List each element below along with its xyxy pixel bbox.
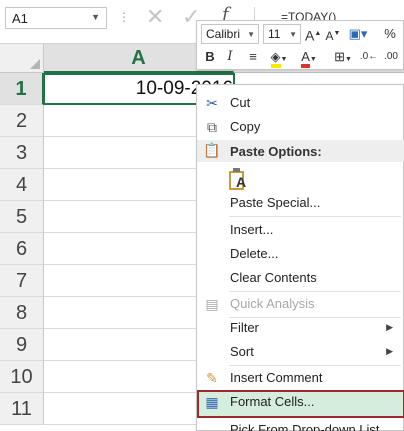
cancel-icon[interactable]: ✕ — [146, 4, 164, 30]
row-header[interactable]: 5 — [0, 201, 44, 233]
font-name-dropdown[interactable]: Calibri ▼ — [201, 24, 259, 44]
accounting-format-icon: ▣▾ — [348, 26, 368, 41]
menu-item-label: Format Cells... — [230, 394, 315, 409]
paste-option-button[interactable]: A — [227, 167, 249, 193]
name-box-value: A1 — [12, 11, 28, 26]
row-header[interactable]: 4 — [0, 169, 44, 201]
context-menu: ✂ Cut ⧉ Copy 📋 Paste Options: A Paste Sp… — [196, 84, 404, 431]
menu-item-insert[interactable]: Insert... — [197, 218, 404, 242]
clipboard-icon: 📋 — [203, 142, 221, 158]
increase-decimal-icon: .0← — [359, 51, 379, 62]
chevron-down-icon[interactable]: ▼ — [91, 12, 100, 22]
grip-icon: ⋮ — [118, 10, 130, 24]
name-box[interactable]: A1 ▼ — [5, 7, 107, 29]
menu-item-clear-contents[interactable]: Clear Contents — [197, 266, 404, 290]
chevron-right-icon: ▶ — [386, 346, 393, 356]
scissors-icon: ✂ — [206, 95, 218, 111]
borders-button[interactable]: ⊞▼ — [331, 47, 355, 67]
italic-button[interactable]: I — [221, 47, 239, 67]
paste-options-label: Paste Options: — [230, 144, 322, 159]
menu-item-paste-special[interactable]: Paste Special... — [197, 191, 404, 215]
percent-icon: % — [384, 26, 396, 41]
menu-item-label: Pick From Drop-down List... — [230, 422, 391, 431]
bold-icon: B — [205, 49, 215, 64]
align-center-button[interactable]: ≡ — [243, 47, 263, 67]
paste-option-letter: A — [236, 174, 247, 190]
menu-item-label: Paste Special... — [230, 195, 321, 210]
font-color-icon: A — [301, 50, 310, 68]
chevron-right-icon: ▶ — [386, 322, 393, 332]
row-header[interactable]: 8 — [0, 297, 44, 329]
increase-decimal-button[interactable]: .0← — [359, 47, 379, 67]
row-header[interactable]: 7 — [0, 265, 44, 297]
percent-style-button[interactable]: % — [381, 24, 399, 44]
font-name-value: Calibri — [206, 27, 241, 41]
chevron-down-icon: ▼ — [289, 30, 297, 39]
menu-item-label: Quick Analysis — [230, 296, 315, 311]
row-header[interactable]: 2 — [0, 105, 44, 137]
menu-item-label: Clear Contents — [230, 270, 317, 285]
menu-item-label: Sort — [230, 344, 254, 359]
grow-font-button[interactable]: A▲ — [305, 24, 321, 44]
quick-analysis-icon: ▤ — [205, 296, 219, 312]
font-color-button[interactable]: A▼ — [297, 47, 321, 68]
menu-item-label: Cut — [230, 95, 251, 110]
menu-item-delete[interactable]: Delete... — [197, 242, 404, 266]
mini-toolbar: Calibri ▼ 11 ▼ A▲ A▼ ▣▾ % B I ≡ ◈▼ A▼ ⊞▼… — [196, 20, 404, 70]
bold-button[interactable]: B — [201, 47, 219, 67]
menu-item-insert-comment[interactable]: ✎ Insert Comment — [197, 366, 404, 390]
menu-item-quick-analysis[interactable]: ▤ Quick Analysis — [197, 292, 404, 316]
copy-icon: ⧉ — [207, 119, 217, 135]
borders-icon: ⊞ — [334, 49, 345, 64]
row-header[interactable]: 6 — [0, 233, 44, 265]
menu-item-label: Delete... — [230, 246, 279, 261]
menu-item-cut[interactable]: ✂ Cut — [197, 91, 404, 115]
row-header[interactable]: 1 — [0, 73, 44, 105]
font-size-value: 11 — [268, 27, 281, 41]
paint-bucket-icon: ◈ — [270, 50, 281, 68]
row-header[interactable]: 11 — [0, 393, 44, 425]
shrink-font-icon: A — [325, 29, 334, 43]
font-size-dropdown[interactable]: 11 ▼ — [263, 24, 301, 44]
accounting-format-button[interactable]: ▣▾ — [347, 24, 369, 44]
menu-item-format-cells[interactable]: ▦ Format Cells... — [197, 390, 404, 418]
fill-color-button[interactable]: ◈▼ — [267, 47, 291, 68]
row-header[interactable]: 10 — [0, 361, 44, 393]
clip-icon — [233, 168, 240, 172]
comment-icon: ✎ — [206, 370, 218, 386]
decrease-decimal-button[interactable]: .00 — [381, 47, 401, 67]
select-all-icon — [30, 59, 40, 69]
menu-divider — [229, 216, 401, 217]
menu-item-pick-from-list[interactable]: Pick From Drop-down List... — [197, 418, 404, 431]
decrease-decimal-icon: .00 — [384, 51, 398, 62]
format-cells-icon: ▦ — [205, 394, 219, 410]
chevron-down-icon: ▼ — [247, 30, 255, 39]
grow-font-icon: A — [305, 27, 315, 44]
align-center-icon: ≡ — [249, 49, 257, 64]
row-header[interactable]: 3 — [0, 137, 44, 169]
menu-item-copy[interactable]: ⧉ Copy — [197, 115, 404, 139]
menu-item-label: Insert Comment — [230, 370, 323, 385]
menu-item-label: Filter — [230, 320, 259, 335]
paste-options-header: 📋 Paste Options: — [197, 140, 404, 162]
select-all-corner[interactable] — [0, 44, 44, 73]
menu-item-label: Insert... — [230, 222, 274, 237]
menu-item-label: Copy — [230, 119, 261, 134]
shrink-font-button[interactable]: A▼ — [325, 24, 341, 44]
menu-item-filter[interactable]: Filter ▶ — [197, 316, 404, 340]
italic-icon: I — [227, 49, 233, 64]
menu-item-sort[interactable]: Sort ▶ — [197, 340, 404, 364]
row-header[interactable]: 9 — [0, 329, 44, 361]
